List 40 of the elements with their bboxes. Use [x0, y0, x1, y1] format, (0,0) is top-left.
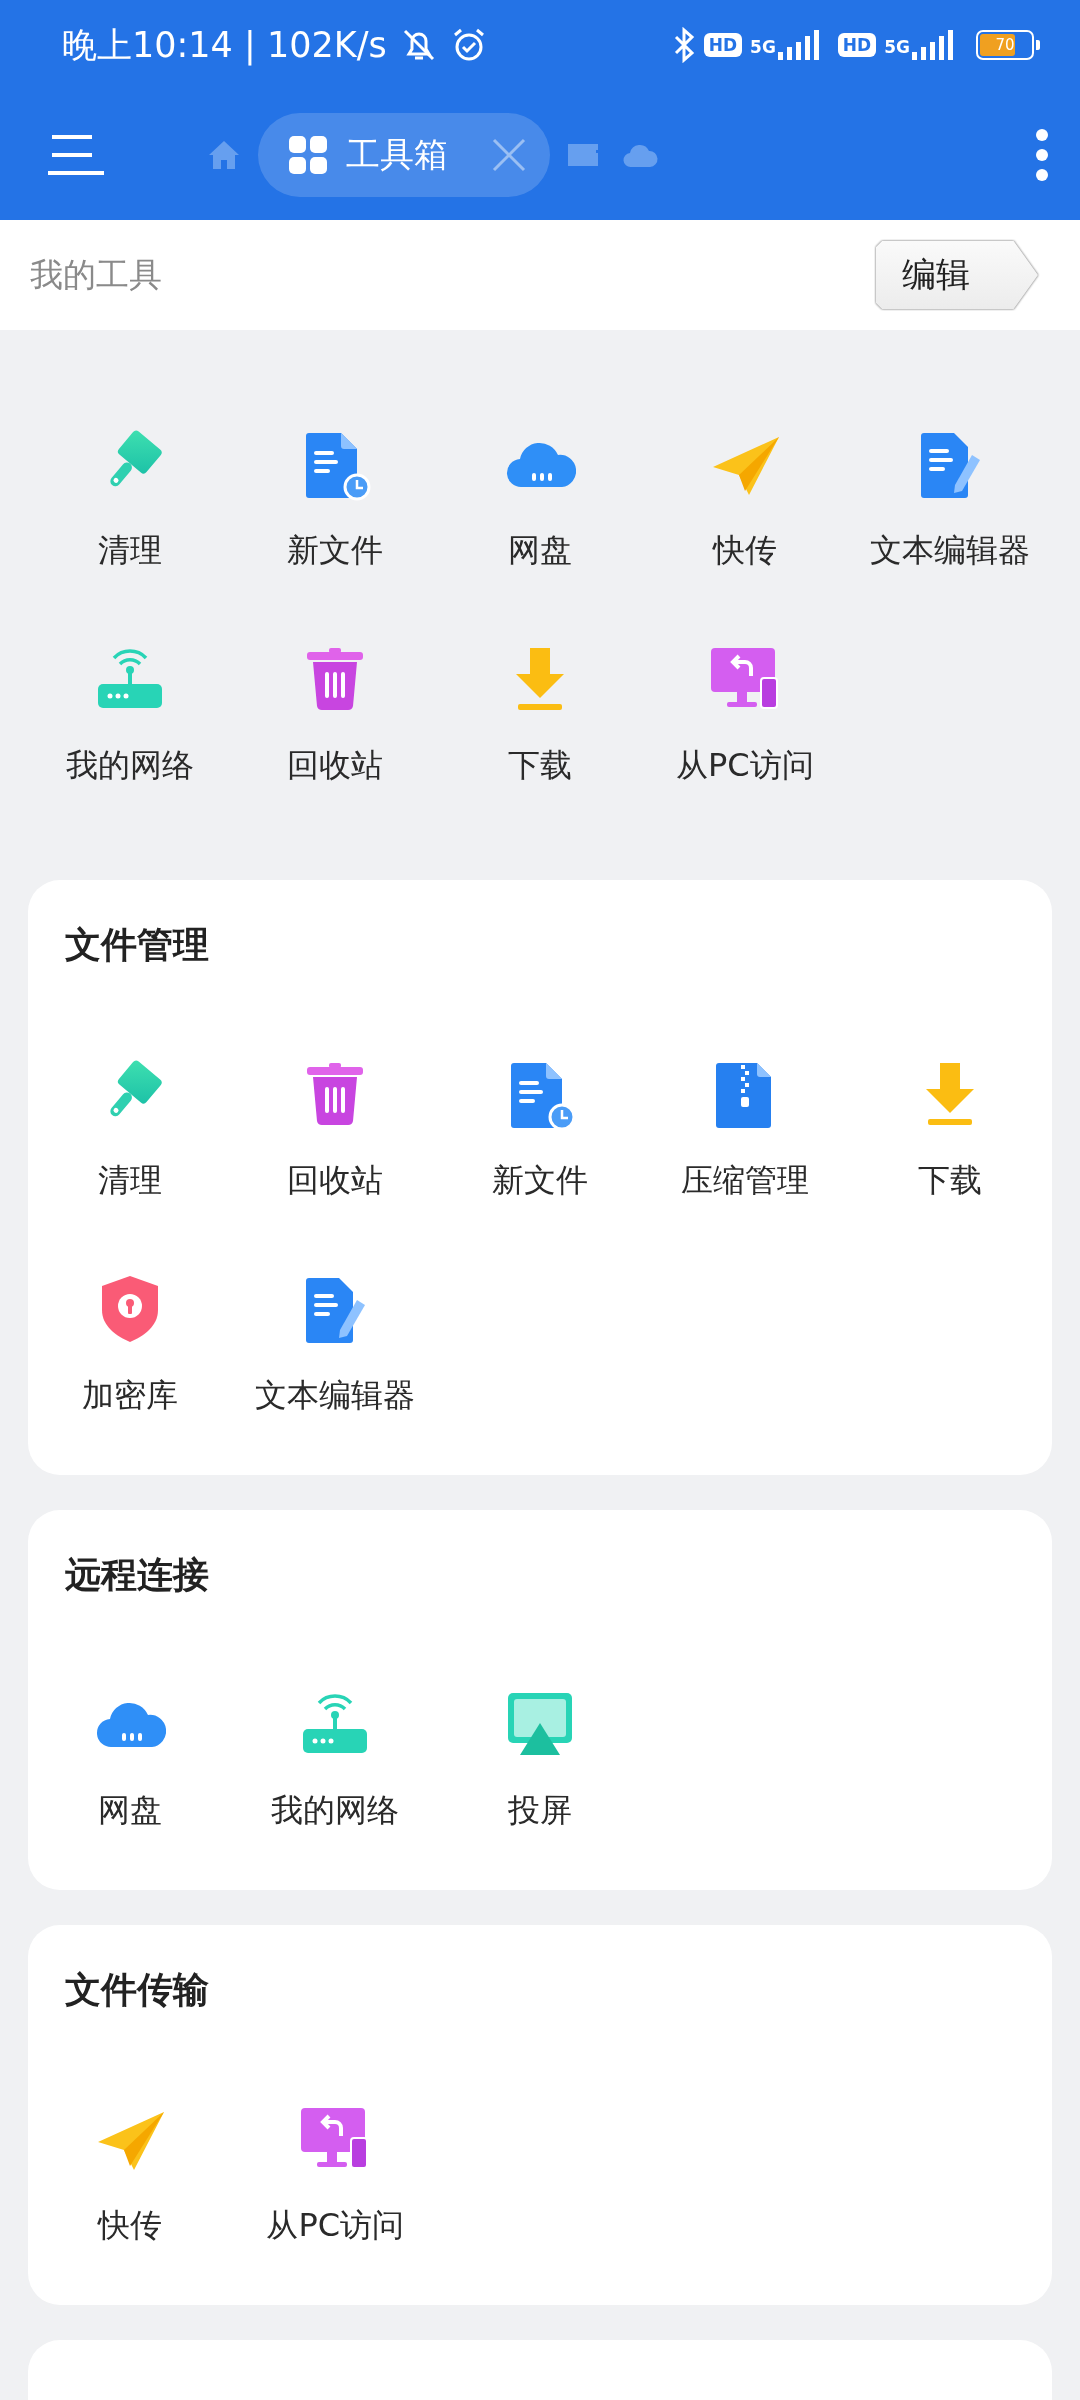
more-icon [1034, 127, 1050, 183]
status-text: 晚上10:14 | 102K/s [62, 23, 387, 68]
tool-button[interactable]: 我的网络 [271, 1689, 400, 1830]
tool-button[interactable]: 回收站 [287, 1059, 384, 1200]
tool-button[interactable]: 网盘 [94, 1689, 167, 1830]
tool-button[interactable]: 加密库 [82, 1274, 179, 1415]
grid-icon [288, 135, 328, 175]
more-button[interactable] [1034, 127, 1050, 183]
close-icon[interactable] [492, 138, 526, 172]
tool-button[interactable]: 从PC访问 [266, 2104, 404, 2245]
tool-button[interactable]: 快传 [708, 429, 781, 570]
tool-button[interactable]: 新文件 [287, 429, 384, 570]
tool-button[interactable]: 清理 [94, 429, 167, 570]
hd-badge: HD [703, 33, 743, 57]
tool-button[interactable]: 文本编辑器 [869, 429, 1030, 570]
section-title: 文件传输 [65, 1968, 210, 2012]
tool-button[interactable]: 文本编辑器 [255, 1274, 416, 1415]
section-label: 我的工具 [30, 253, 162, 296]
tool-button[interactable]: 清理 [94, 1059, 167, 1200]
tool-button[interactable]: 下载 [504, 644, 576, 785]
edit-button[interactable]: 编辑 [876, 241, 1038, 309]
signal-icon [910, 30, 954, 60]
tool-button[interactable]: 投屏 [504, 1689, 576, 1830]
tool-button[interactable]: 网盘 [504, 429, 576, 570]
tool-button[interactable]: 回收站 [287, 644, 384, 785]
menu-button[interactable] [48, 133, 104, 177]
section-title: 远程连接 [65, 1553, 210, 1597]
battery-icon: 70 [976, 30, 1034, 60]
menu-icon [48, 133, 104, 177]
hd-badge: HD [837, 33, 877, 57]
tool-button[interactable]: 快传 [94, 2104, 167, 2245]
tool-button[interactable]: 从PC访问 [675, 644, 814, 785]
tool-button[interactable]: 新文件 [492, 1059, 588, 1200]
section-title: 文件管理 [65, 923, 210, 967]
tool-button[interactable]: 下载 [913, 1059, 986, 1200]
signal-icon [775, 30, 820, 60]
tool-button[interactable]: 压缩管理 [680, 1059, 809, 1200]
tool-button[interactable]: 我的网络 [66, 644, 195, 785]
network-label: 5G [884, 37, 910, 57]
network-label: 5G [750, 37, 776, 57]
